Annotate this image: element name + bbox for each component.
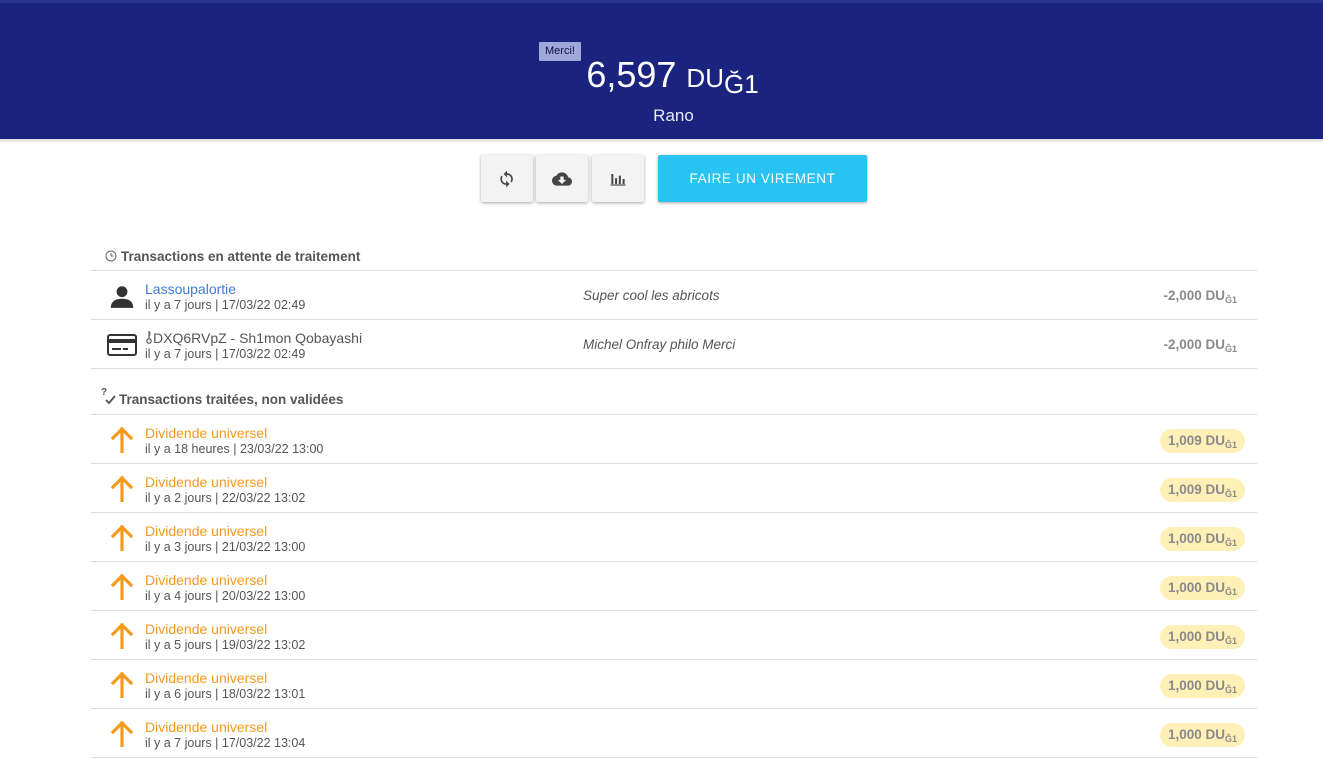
balance-unit: DU (686, 63, 724, 93)
wallet-name: Rano (653, 106, 694, 125)
stats-button[interactable] (592, 155, 644, 202)
transaction-amount: -2,000 DUĞ1 (1163, 288, 1237, 305)
refresh-button[interactable] (481, 155, 533, 202)
transaction-title: Dividende universel (145, 621, 268, 637)
processed-transaction-row[interactable]: Dividende universel il y a 4 jours | 20/0… (91, 562, 1257, 611)
bar-chart-icon (610, 173, 626, 186)
processed-transaction-row[interactable]: Dividende universel il y a 3 jours | 21/0… (91, 513, 1257, 562)
transaction-amount: 1,000 DUĞ1 (1159, 576, 1245, 600)
transaction-amount: -2,000 DUĞ1 (1163, 337, 1237, 354)
transaction-title: Dividende universel (145, 670, 268, 686)
cloud-download-icon (552, 171, 572, 186)
transaction-title: Dividende universel (145, 474, 268, 490)
processed-transaction-row[interactable]: Dividende universel il y a 2 jours | 22/0… (91, 464, 1257, 513)
transaction-title: Dividende universel (145, 719, 268, 735)
arrow-up-icon (107, 572, 137, 602)
pending-transaction-row[interactable]: Lassoupalortie il y a 7 jours | 17/03/22… (91, 271, 1257, 320)
person-icon (107, 281, 137, 311)
arrow-up-icon (107, 719, 137, 749)
transaction-comment: Super cool les abricots (583, 288, 720, 303)
transaction-time: il y a 7 jours | 17/03/22 02:49 (145, 298, 306, 312)
processed-transaction-row[interactable]: Dividende universel il y a 7 jours | 17/0… (91, 709, 1257, 758)
transaction-amount: 1,000 DUĞ1 (1159, 723, 1245, 747)
arrow-up-icon (107, 474, 137, 504)
unconfirmed-check-icon: ? (101, 387, 116, 405)
transaction-time: il y a 4 jours | 20/03/22 13:00 (145, 589, 306, 603)
processed-section-title: ? Transactions traitées, non validées (91, 387, 1257, 415)
transaction-title: Dividende universel (145, 572, 268, 588)
transaction-time: il y a 2 jours | 22/03/22 13:02 (145, 491, 306, 505)
pending-transaction-row[interactable]: DXQ6RVpZ - Sh1mon Qobayashi il y a 7 jou… (91, 320, 1257, 369)
recipient-key[interactable]: DXQ6RVpZ - Sh1mon Qobayashi (145, 330, 362, 346)
transaction-time: il y a 7 jours | 17/03/22 13:04 (145, 736, 306, 750)
processed-transaction-row[interactable]: Dividende universel il y a 5 jours | 19/0… (91, 611, 1257, 660)
processed-title: Transactions traitées, non validées (119, 392, 344, 407)
arrow-up-icon (107, 425, 137, 455)
pending-section-title: Transactions en attente de traitement (91, 243, 1257, 271)
download-button[interactable] (536, 155, 588, 202)
wallet-balance: 6,597 DUĞ1 (0, 53, 1323, 100)
balance-currency: Ğ1 (723, 69, 759, 99)
wallet-header: Merci! 6,597 DUĞ1 Rano (0, 0, 1323, 139)
transaction-time: il y a 6 jours | 18/03/22 13:01 (145, 687, 306, 701)
transaction-time: il y a 3 jours | 21/03/22 13:00 (145, 540, 306, 554)
transaction-amount: 1,000 DUĞ1 (1159, 625, 1245, 649)
transaction-amount: 1,000 DUĞ1 (1159, 527, 1245, 551)
arrow-up-icon (107, 670, 137, 700)
transaction-amount: 1,000 DUĞ1 (1159, 674, 1245, 698)
transfer-button[interactable]: FAIRE UN VIREMENT (658, 155, 867, 202)
processed-transaction-row[interactable]: Dividende universel il y a 18 heures | 23… (91, 415, 1257, 464)
arrow-up-icon (107, 621, 137, 651)
transaction-amount: 1,009 DUĞ1 (1159, 429, 1245, 453)
refresh-icon (500, 170, 513, 187)
balance-value: 6,597 (586, 54, 677, 95)
transaction-comment: Michel Onfray philo Merci (583, 337, 736, 352)
transaction-time: il y a 5 jours | 19/03/22 13:02 (145, 638, 306, 652)
key-icon (146, 331, 152, 344)
clock-icon (105, 250, 117, 262)
header-shadow (0, 139, 1323, 143)
transaction-amount: 1,009 DUĞ1 (1159, 478, 1245, 502)
credit-card-icon (107, 330, 137, 360)
transaction-time: il y a 7 jours | 17/03/22 02:49 (145, 347, 306, 361)
transaction-title: Dividende universel (145, 425, 268, 441)
pending-title: Transactions en attente de traitement (121, 249, 361, 264)
transaction-time: il y a 18 heures | 23/03/22 13:00 (145, 442, 324, 456)
transaction-title: Dividende universel (145, 523, 268, 539)
processed-transaction-row[interactable]: Dividende universel il y a 6 jours | 18/0… (91, 660, 1257, 709)
arrow-up-icon (107, 523, 137, 553)
svg-text:?: ? (101, 387, 107, 398)
sender-link[interactable]: Lassoupalortie (145, 281, 236, 297)
